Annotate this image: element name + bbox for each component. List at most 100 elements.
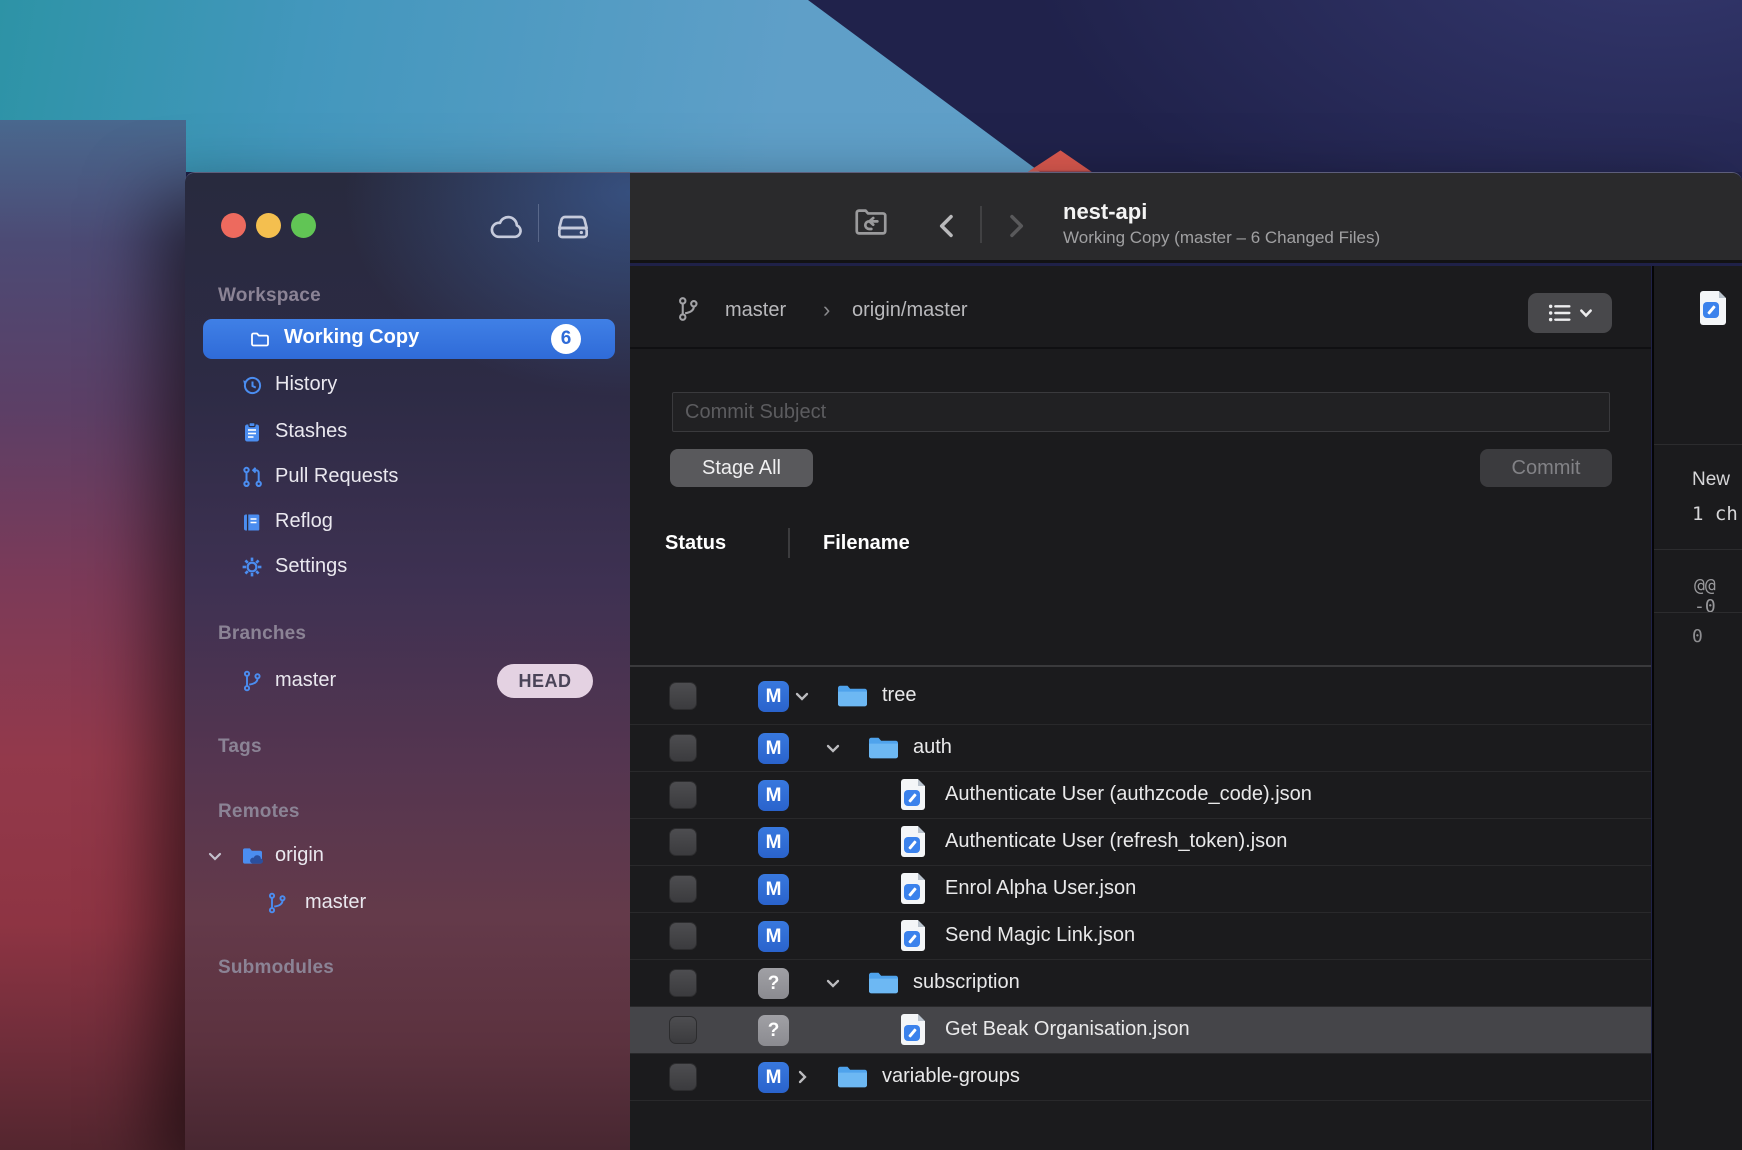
sidebar-item-label: History <box>275 373 337 396</box>
status-badge: ? <box>758 1015 789 1046</box>
changed-files-count-badge: 6 <box>551 324 581 354</box>
file-name: subscription <box>913 971 1020 994</box>
section-header-tags: Tags <box>218 736 262 758</box>
sidebar-item-history[interactable]: History <box>185 365 630 405</box>
zoom-button[interactable] <box>291 213 316 238</box>
table-row-selected[interactable]: ? Get Beak Organisation.json <box>630 1007 1651 1054</box>
stage-checkbox[interactable] <box>669 828 697 856</box>
pull-request-icon <box>240 465 264 489</box>
cloud-icon[interactable] <box>487 211 527 241</box>
stage-all-button[interactable]: Stage All <box>670 449 813 487</box>
folder-icon <box>836 1064 869 1090</box>
stage-checkbox[interactable] <box>669 682 697 710</box>
status-badge: M <box>758 1062 789 1093</box>
sidebar-item-label: Reflog <box>275 510 333 533</box>
stage-checkbox[interactable] <box>669 969 697 997</box>
sidebar: Workspace Working Copy 6 History Stashes <box>185 173 630 1150</box>
column-divider[interactable] <box>788 528 790 558</box>
branch-icon <box>676 295 700 321</box>
chevron-down-icon[interactable] <box>824 739 842 757</box>
repository-back-icon[interactable] <box>852 206 890 238</box>
sidebar-item-remote-master[interactable]: master <box>185 883 630 923</box>
commit-subject-input[interactable] <box>672 392 1610 432</box>
stage-checkbox[interactable] <box>669 781 697 809</box>
table-row-file[interactable]: M Authenticate User (refresh_token).json <box>630 819 1651 866</box>
status-badge: ? <box>758 968 789 999</box>
repository-title: nest-api <box>1063 199 1147 225</box>
table-row-auth[interactable]: M auth <box>630 725 1651 772</box>
sidebar-item-remote-origin[interactable]: origin <box>185 836 630 876</box>
diff-detail-panel: New 1 ch @@ -0 0 <box>1652 266 1742 1150</box>
file-name: variable-groups <box>882 1065 1020 1088</box>
section-header-submodules: Submodules <box>218 957 334 979</box>
minimize-button[interactable] <box>256 213 281 238</box>
breadcrumb-branch[interactable]: master <box>725 299 786 322</box>
sidebar-item-branch-master[interactable]: master HEAD <box>185 661 630 701</box>
file-name: tree <box>882 684 916 707</box>
sidebar-item-settings[interactable]: Settings <box>185 547 630 587</box>
table-row-file[interactable]: M Send Magic Link.json <box>630 913 1651 960</box>
file-name: Send Magic Link.json <box>945 924 1135 947</box>
sidebar-item-label: Settings <box>275 555 347 578</box>
file-name: auth <box>913 736 952 759</box>
table-row-tree[interactable]: M tree <box>630 667 1651 725</box>
stage-checkbox[interactable] <box>669 922 697 950</box>
column-header-status[interactable]: Status <box>665 532 726 555</box>
json-file-icon <box>1699 291 1727 327</box>
back-button[interactable] <box>935 213 957 239</box>
status-badge: M <box>758 780 789 811</box>
clipboard-icon <box>240 420 264 444</box>
file-name: Enrol Alpha User.json <box>945 877 1136 900</box>
breadcrumb-separator: › <box>823 297 830 323</box>
table-row-file[interactable]: M Enrol Alpha User.json <box>630 866 1651 913</box>
wallpaper-left <box>0 120 186 1150</box>
sidebar-item-reflog[interactable]: Reflog <box>185 502 630 542</box>
json-file-icon <box>900 920 926 952</box>
chevron-down-icon[interactable] <box>824 974 842 992</box>
traffic-lights <box>221 213 316 238</box>
branch-icon <box>240 669 264 693</box>
column-header-filename[interactable]: Filename <box>823 532 910 555</box>
table-row-variable-groups[interactable]: M variable-groups <box>630 1054 1651 1101</box>
stage-checkbox[interactable] <box>669 1016 697 1044</box>
head-badge: HEAD <box>497 664 593 698</box>
stage-checkbox[interactable] <box>669 734 697 762</box>
view-mode-dropdown[interactable] <box>1528 293 1612 333</box>
file-name: Authenticate User (refresh_token).json <box>945 830 1287 853</box>
diff-line-number: 0 <box>1692 626 1703 647</box>
stage-checkbox[interactable] <box>669 1063 697 1091</box>
sidebar-item-label: master <box>275 669 336 692</box>
json-file-icon <box>900 1014 926 1046</box>
json-file-icon <box>900 826 926 858</box>
json-file-icon <box>900 779 926 811</box>
file-name: Get Beak Organisation.json <box>945 1018 1190 1041</box>
chevron-down-icon[interactable] <box>793 687 811 705</box>
status-badge: M <box>758 681 789 712</box>
panel-divider <box>1654 549 1742 550</box>
folder-icon <box>867 735 900 761</box>
folder-icon <box>867 970 900 996</box>
book-icon <box>240 510 264 534</box>
stage-checkbox[interactable] <box>669 875 697 903</box>
status-badge: M <box>758 874 789 905</box>
breadcrumb-upstream[interactable]: origin/master <box>852 299 968 322</box>
sidebar-item-pull-requests[interactable]: Pull Requests <box>185 457 630 497</box>
chevron-right-icon[interactable] <box>793 1068 811 1086</box>
sidebar-item-working-copy[interactable]: Working Copy 6 <box>203 319 615 359</box>
repository-subtitle: Working Copy (master – 6 Changed Files) <box>1063 228 1380 248</box>
close-button[interactable] <box>221 213 246 238</box>
section-header-workspace: Workspace <box>218 285 321 307</box>
table-row-file[interactable]: M Authenticate User (authzcode_code).jso… <box>630 772 1651 819</box>
table-row-subscription[interactable]: ? subscription <box>630 960 1651 1007</box>
branch-breadcrumb-bar: master › origin/master <box>630 266 1651 349</box>
file-status-label: New <box>1692 469 1730 491</box>
external-drive-icon[interactable] <box>553 211 593 243</box>
commit-button[interactable]: Commit <box>1480 449 1612 487</box>
sidebar-item-stashes[interactable]: Stashes <box>185 412 630 452</box>
diff-stat-text: 1 ch <box>1692 503 1738 525</box>
list-icon <box>1548 303 1572 323</box>
folder-icon <box>836 683 869 709</box>
forward-button[interactable] <box>1006 213 1028 239</box>
cloud-folder-icon <box>240 844 264 868</box>
chevron-down-icon[interactable] <box>206 847 224 865</box>
